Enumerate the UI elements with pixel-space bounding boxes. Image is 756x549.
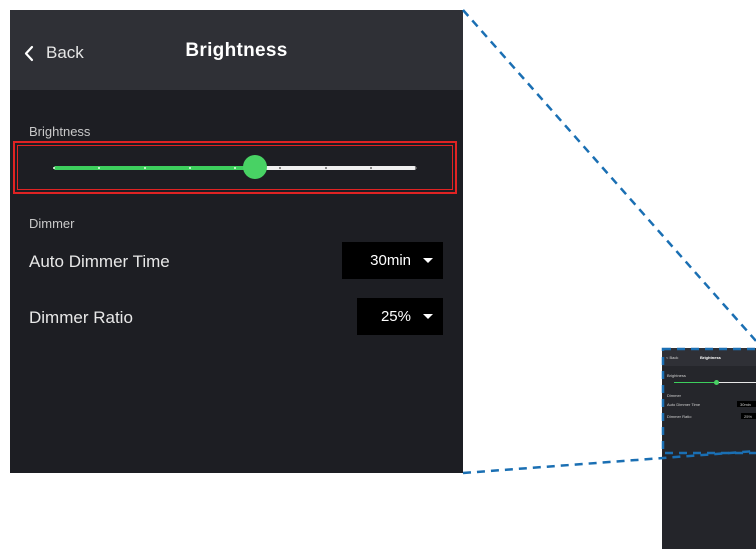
brightness-section-label: Brightness — [29, 124, 91, 139]
dimmer-ratio-label: Dimmer Ratio — [29, 308, 133, 327]
zoomed-screen-panel: Back Brightness Brightness Dimmer Auto D… — [10, 10, 463, 473]
thumbnail-dimmer-label: Dimmer — [667, 393, 681, 398]
thumbnail-lower-area — [662, 453, 756, 549]
thumbnail-brightness-label: Brightness — [667, 373, 686, 378]
thumbnail-ratio-value: 25% — [744, 414, 753, 419]
thumbnail-ratio-dropdown: 25% — [741, 413, 756, 419]
thumbnail-auto-dimmer-dropdown: 30min — [737, 401, 756, 407]
thumbnail-auto-dimmer-value: 30min — [740, 402, 751, 407]
thumbnail-header: < Back Brightness — [662, 348, 756, 366]
dimmer-ratio-dropdown[interactable]: 25% — [357, 298, 443, 335]
auto-dimmer-time-value: 30min — [370, 252, 411, 269]
slider-tick-mark — [143, 167, 146, 169]
slider-tick-mark — [234, 167, 236, 169]
slider-tick-mark — [369, 167, 372, 169]
thumbnail-auto-dimmer-label: Auto Dimmer Time — [667, 402, 701, 407]
brightness-slider[interactable] — [53, 155, 417, 179]
thumbnail-back-label: < Back — [666, 355, 679, 360]
auto-dimmer-time-dropdown[interactable]: 30min — [342, 242, 443, 279]
slider-tick-mark — [415, 167, 417, 169]
slider-tick-mark — [53, 167, 55, 169]
caret-down-icon — [423, 314, 433, 319]
thumbnail-title: Brightness — [700, 355, 721, 360]
thumbnail-screen: < Back Brightness Brightness Dimmer Auto… — [662, 348, 756, 453]
page-title: Brightness — [185, 40, 288, 61]
thumbnail-slider-thumb — [714, 380, 719, 385]
dimmer-section-label: Dimmer — [29, 216, 75, 231]
slider-tick-mark — [279, 167, 282, 169]
caret-down-icon — [423, 258, 433, 263]
auto-dimmer-time-label: Auto Dimmer Time — [29, 252, 170, 271]
zoom-line-top — [462, 9, 756, 342]
thumbnail-ratio-label: Dimmer Ratio — [667, 414, 692, 419]
screen-thumbnail: < Back Brightness Brightness Dimmer Auto… — [662, 348, 756, 549]
dimmer-ratio-value: 25% — [380, 308, 411, 325]
slider-tick-mark — [188, 167, 191, 169]
thumbnail-slider-track — [717, 382, 756, 383]
slider-tick-mark — [324, 167, 327, 169]
top-bar: Back Brightness — [10, 10, 463, 90]
brightness-slider-fill — [54, 166, 256, 170]
